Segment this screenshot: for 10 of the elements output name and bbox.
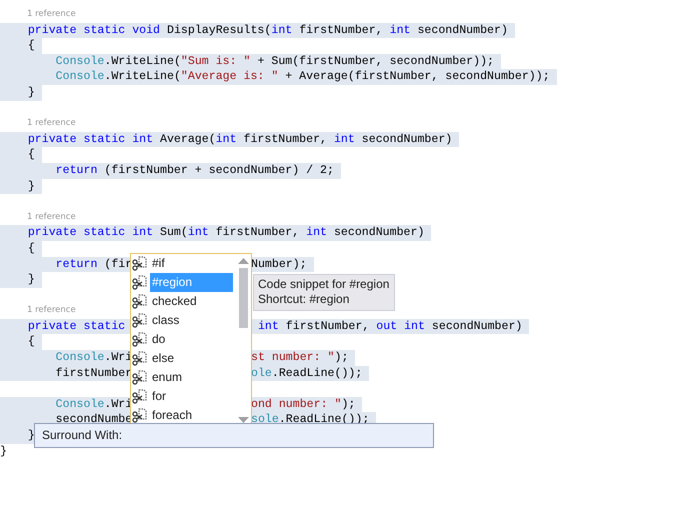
tooltip-text: Shortcut: #region: [258, 292, 350, 307]
scroll-thumb[interactable]: [238, 268, 248, 328]
completion-item[interactable]: else: [150, 349, 233, 368]
scroll-up-icon[interactable]: [238, 258, 248, 264]
code-line: }: [0, 444, 8, 460]
completion-item[interactable]: #if: [150, 254, 233, 273]
tooltip-text: Code snippet for #region: [258, 277, 390, 292]
input-field[interactable]: Surround With:: [34, 423, 434, 448]
completion-item[interactable]: checked: [150, 292, 233, 311]
field-label: Surround With:: [42, 428, 122, 442]
